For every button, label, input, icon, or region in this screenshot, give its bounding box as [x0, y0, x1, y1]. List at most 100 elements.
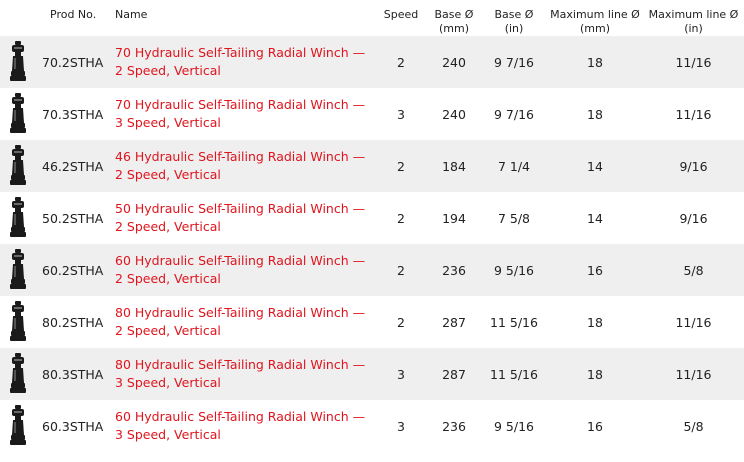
max-line-in-header-line1: Maximum line Ø: [648, 8, 739, 21]
prod-no-cell: 80.3STHA: [36, 348, 110, 400]
max-line-in-cell: 11/16: [643, 296, 744, 348]
product-name-link[interactable]: 80 Hydraulic Self-Tailing Radial Winch —…: [115, 357, 365, 390]
max-line-in-cell: 9/16: [643, 140, 744, 192]
base-in-cell: 9 5/16: [481, 244, 547, 296]
max-line-in-column-header[interactable]: Maximum line Ø (in): [643, 0, 744, 36]
max-line-in-cell: 11/16: [643, 348, 744, 400]
base-in-header-line2: (in): [504, 22, 524, 35]
max-line-mm-cell: 16: [547, 400, 643, 452]
base-in-cell: 7 1/4: [481, 140, 547, 192]
winch-icon[interactable]: [9, 353, 27, 393]
base-mm-cell: 184: [427, 140, 481, 192]
prod-no-cell: 60.2STHA: [36, 244, 110, 296]
table-row: 70.3STHA 70 Hydraulic Self-Tailing Radial…: [0, 88, 744, 140]
speed-cell: 2: [375, 140, 427, 192]
base-mm-cell: 287: [427, 348, 481, 400]
winch-icon[interactable]: [9, 405, 27, 445]
speed-cell: 3: [375, 88, 427, 140]
table-row: 60.2STHA 60 Hydraulic Self-Tailing Radial…: [0, 244, 744, 296]
product-image-cell[interactable]: [0, 140, 36, 192]
speed-column-header[interactable]: Speed: [375, 0, 427, 36]
speed-cell: 2: [375, 296, 427, 348]
product-name-link[interactable]: 50 Hydraulic Self-Tailing Radial Winch —…: [115, 201, 365, 234]
product-name-link[interactable]: 70 Hydraulic Self-Tailing Radial Winch —…: [115, 45, 365, 78]
name-column-header[interactable]: Name: [110, 0, 375, 36]
max-line-in-cell: 11/16: [643, 36, 744, 88]
base-in-cell: 11 5/16: [481, 348, 547, 400]
product-image-cell[interactable]: [0, 192, 36, 244]
base-in-column-header[interactable]: Base Ø (in): [481, 0, 547, 36]
winch-icon[interactable]: [9, 249, 27, 289]
product-name-link[interactable]: 46 Hydraulic Self-Tailing Radial Winch —…: [115, 149, 365, 182]
max-line-in-cell: 5/8: [643, 244, 744, 296]
product-image-cell[interactable]: [0, 244, 36, 296]
name-cell: 80 Hydraulic Self-Tailing Radial Winch —…: [110, 296, 375, 348]
prod-no-cell: 50.2STHA: [36, 192, 110, 244]
winch-icon[interactable]: [9, 197, 27, 237]
max-line-mm-header-line1: Maximum line Ø: [550, 8, 640, 21]
product-name-link[interactable]: 70 Hydraulic Self-Tailing Radial Winch —…: [115, 97, 365, 130]
base-in-cell: 9 5/16: [481, 400, 547, 452]
max-line-mm-cell: 18: [547, 348, 643, 400]
product-name-link[interactable]: 60 Hydraulic Self-Tailing Radial Winch —…: [115, 253, 365, 286]
max-line-mm-cell: 14: [547, 192, 643, 244]
max-line-in-cell: 9/16: [643, 192, 744, 244]
name-cell: 60 Hydraulic Self-Tailing Radial Winch —…: [110, 244, 375, 296]
base-in-cell: 11 5/16: [481, 296, 547, 348]
table-row: 50.2STHA 50 Hydraulic Self-Tailing Radial…: [0, 192, 744, 244]
table-row: 80.2STHA 80 Hydraulic Self-Tailing Radial…: [0, 296, 744, 348]
max-line-in-cell: 5/8: [643, 400, 744, 452]
base-mm-cell: 236: [427, 244, 481, 296]
product-image-cell[interactable]: [0, 348, 36, 400]
table-row: 70.2STHA 70 Hydraulic Self-Tailing Radial…: [0, 36, 744, 88]
speed-cell: 2: [375, 244, 427, 296]
product-image-cell[interactable]: [0, 400, 36, 452]
product-table: Prod No. Name Speed Base Ø (mm) Base Ø (…: [0, 0, 744, 452]
name-cell: 50 Hydraulic Self-Tailing Radial Winch —…: [110, 192, 375, 244]
winch-icon[interactable]: [9, 145, 27, 185]
name-cell: 70 Hydraulic Self-Tailing Radial Winch —…: [110, 36, 375, 88]
prod-no-cell: 80.2STHA: [36, 296, 110, 348]
prod-no-cell: 70.2STHA: [36, 36, 110, 88]
max-line-in-header-line2: (in): [684, 22, 703, 35]
base-in-cell: 9 7/16: [481, 88, 547, 140]
base-mm-cell: 287: [427, 296, 481, 348]
speed-cell: 2: [375, 192, 427, 244]
base-mm-header-line1: Base Ø: [434, 8, 474, 21]
winch-icon[interactable]: [9, 41, 27, 81]
speed-cell: 3: [375, 400, 427, 452]
table-row: 46.2STHA 46 Hydraulic Self-Tailing Radial…: [0, 140, 744, 192]
speed-cell: 3: [375, 348, 427, 400]
base-mm-column-header[interactable]: Base Ø (mm): [427, 0, 481, 36]
prod-no-cell: 46.2STHA: [36, 140, 110, 192]
base-in-header-line1: Base Ø: [494, 8, 534, 21]
base-mm-cell: 240: [427, 88, 481, 140]
prod-no-column-header[interactable]: Prod No.: [36, 0, 110, 36]
product-image-cell[interactable]: [0, 88, 36, 140]
base-mm-cell: 240: [427, 36, 481, 88]
max-line-mm-cell: 16: [547, 244, 643, 296]
product-table-body: 70.2STHA 70 Hydraulic Self-Tailing Radial…: [0, 36, 744, 452]
max-line-mm-cell: 18: [547, 296, 643, 348]
name-cell: 60 Hydraulic Self-Tailing Radial Winch —…: [110, 400, 375, 452]
product-image-cell[interactable]: [0, 36, 36, 88]
max-line-in-cell: 11/16: [643, 88, 744, 140]
name-cell: 46 Hydraulic Self-Tailing Radial Winch —…: [110, 140, 375, 192]
base-in-cell: 7 5/8: [481, 192, 547, 244]
max-line-mm-cell: 14: [547, 140, 643, 192]
product-name-link[interactable]: 60 Hydraulic Self-Tailing Radial Winch —…: [115, 409, 365, 442]
max-line-mm-cell: 18: [547, 88, 643, 140]
name-cell: 70 Hydraulic Self-Tailing Radial Winch —…: [110, 88, 375, 140]
speed-cell: 2: [375, 36, 427, 88]
base-mm-cell: 194: [427, 192, 481, 244]
prod-no-cell: 70.3STHA: [36, 88, 110, 140]
table-row: 60.3STHA 60 Hydraulic Self-Tailing Radial…: [0, 400, 744, 452]
max-line-mm-column-header[interactable]: Maximum line Ø (mm): [547, 0, 643, 36]
table-header-row: Prod No. Name Speed Base Ø (mm) Base Ø (…: [0, 0, 744, 36]
product-name-link[interactable]: 80 Hydraulic Self-Tailing Radial Winch —…: [115, 305, 365, 338]
winch-icon[interactable]: [9, 301, 27, 341]
winch-icon[interactable]: [9, 93, 27, 133]
max-line-mm-header-line2: (mm): [579, 22, 610, 35]
product-image-cell[interactable]: [0, 296, 36, 348]
image-column-header: [0, 0, 36, 36]
